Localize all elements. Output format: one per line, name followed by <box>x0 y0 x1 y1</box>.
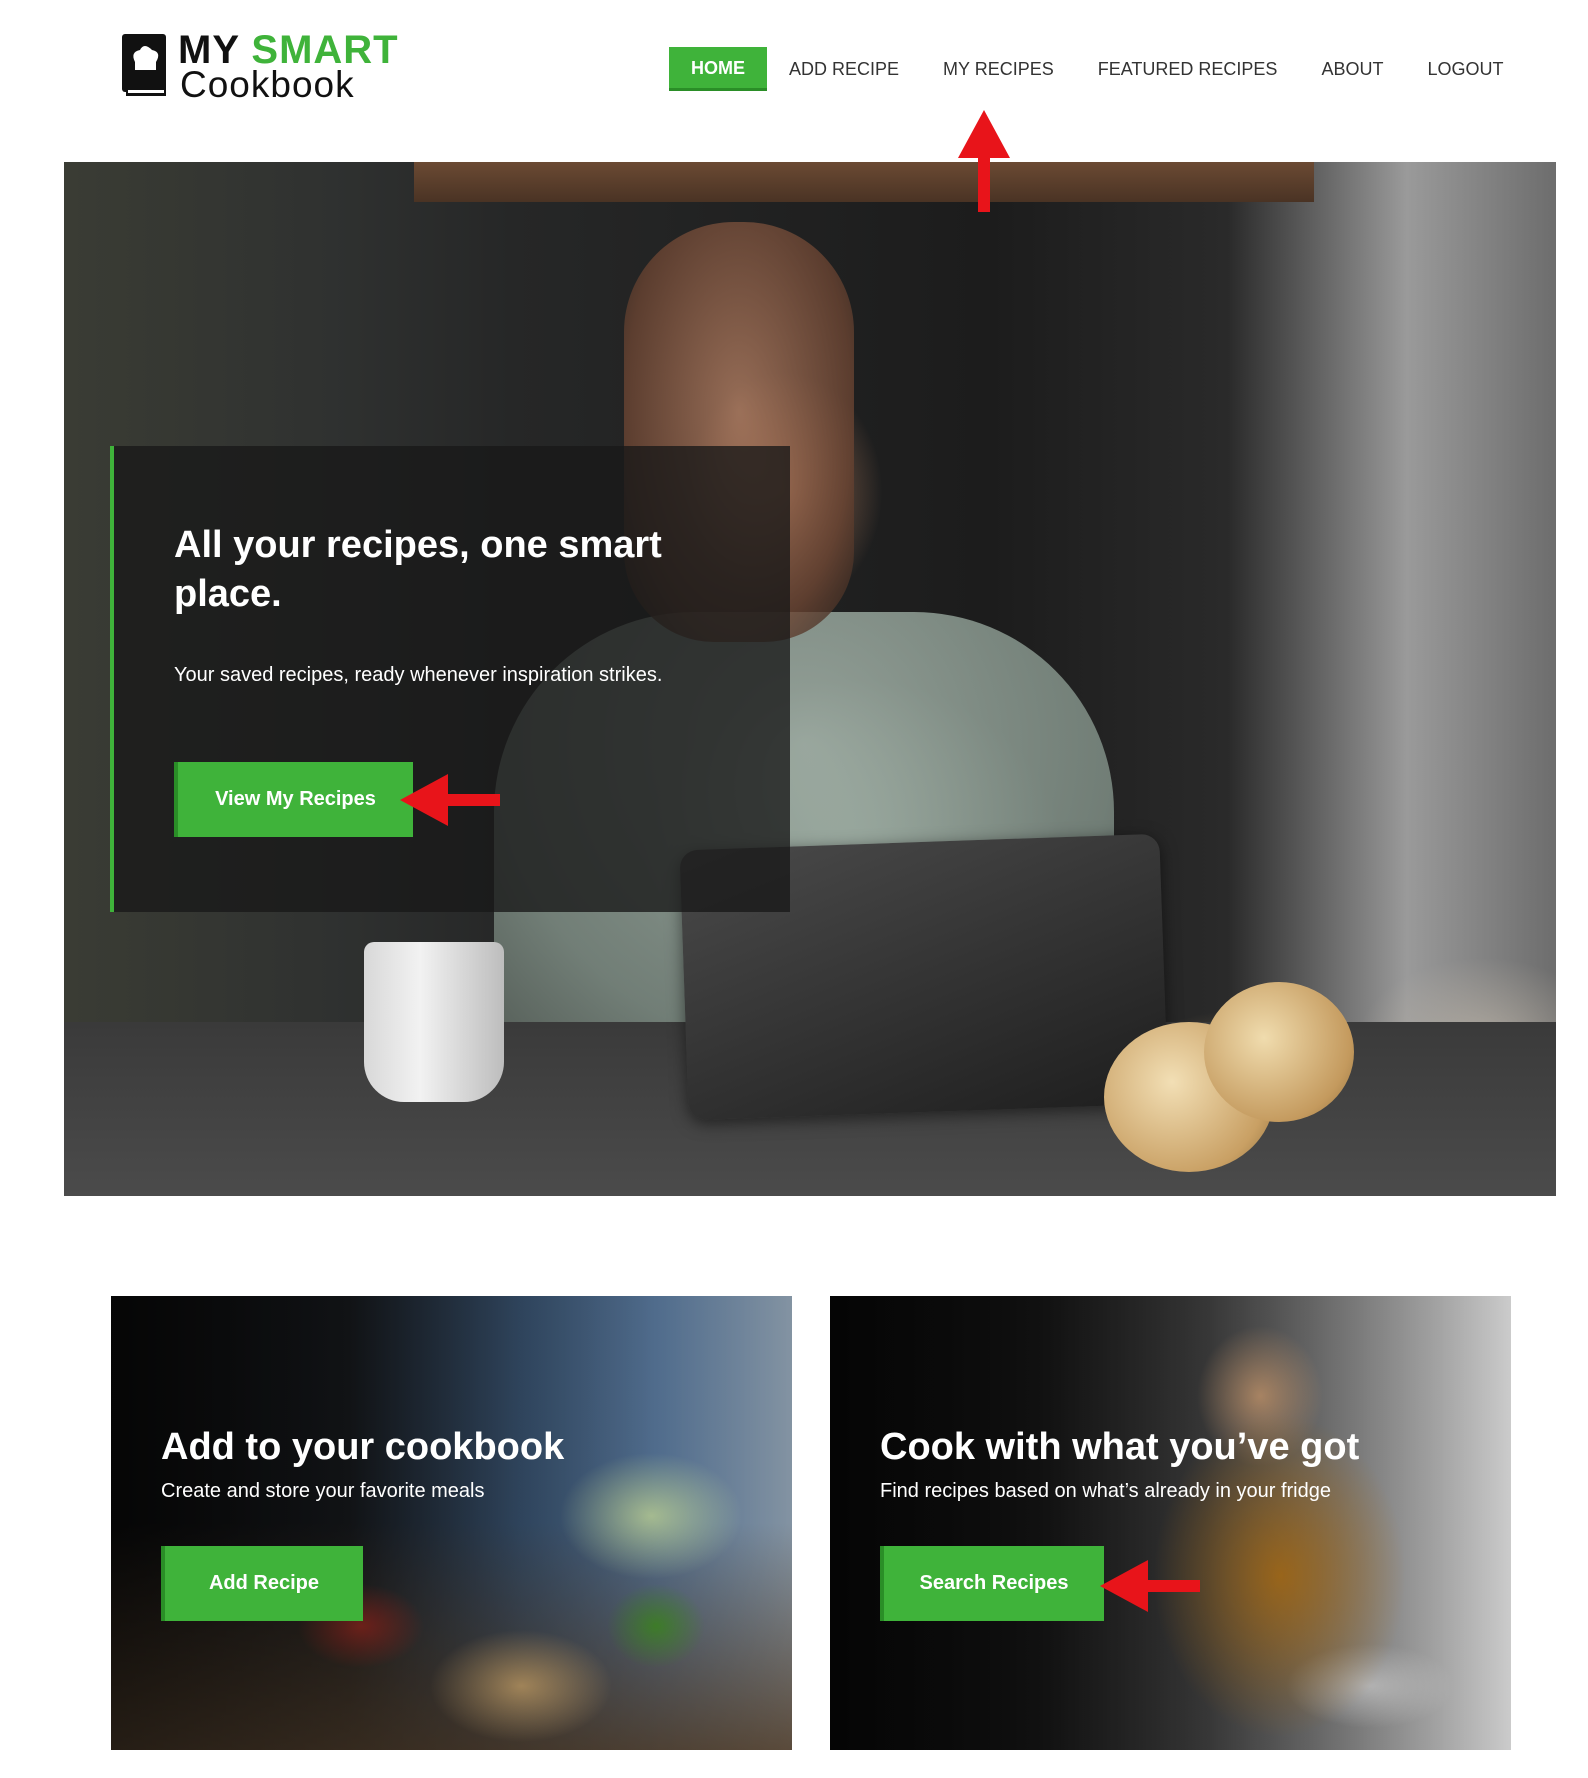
cook-with-what-you-got-card: Cook with what you’ve got Find recipes b… <box>830 1296 1511 1750</box>
search-recipes-button[interactable]: Search Recipes <box>880 1546 1104 1621</box>
main-nav: HOME ADD RECIPE MY RECIPES FEATURED RECI… <box>669 47 1525 91</box>
nav-about[interactable]: ABOUT <box>1299 47 1405 91</box>
hero-image-mug <box>364 942 504 1102</box>
card-subtitle: Create and store your favorite meals <box>161 1480 485 1502</box>
card-subtitle: Find recipes based on what’s already in … <box>880 1480 1331 1502</box>
brand-logo[interactable]: MY SMART Cookbook <box>120 28 420 105</box>
brand-name-line2: Cookbook <box>180 64 355 105</box>
chef-book-icon <box>122 34 166 96</box>
hero-title: All your recipes, one smart place. <box>174 524 662 615</box>
hero-subtitle: Your saved recipes, ready whenever inspi… <box>174 664 663 686</box>
hero-banner: All your recipes, one smart place. Your … <box>64 162 1556 1196</box>
nav-featured-recipes[interactable]: FEATURED RECIPES <box>1076 47 1300 91</box>
card-title: Add to your cookbook <box>161 1426 565 1468</box>
card-title: Cook with what you’ve got <box>880 1426 1360 1468</box>
arrow-left-icon <box>400 774 500 826</box>
add-recipe-button[interactable]: Add Recipe <box>161 1546 363 1621</box>
hero-image-ceiling <box>414 162 1314 202</box>
nav-add-recipe[interactable]: ADD RECIPE <box>767 47 921 91</box>
nav-my-recipes[interactable]: MY RECIPES <box>921 47 1076 91</box>
nav-home[interactable]: HOME <box>669 47 767 91</box>
hero-image-onion <box>1204 982 1354 1122</box>
view-my-recipes-button[interactable]: View My Recipes <box>174 762 413 837</box>
card-overlay <box>111 1296 792 1750</box>
nav-logout[interactable]: LOGOUT <box>1405 47 1525 91</box>
arrow-left-icon <box>1100 1560 1200 1612</box>
hero-text-panel: All your recipes, one smart place. Your … <box>110 446 790 912</box>
card-overlay <box>830 1296 1511 1750</box>
add-to-cookbook-card: Add to your cookbook Create and store yo… <box>111 1296 792 1750</box>
arrow-up-icon <box>958 110 1010 212</box>
